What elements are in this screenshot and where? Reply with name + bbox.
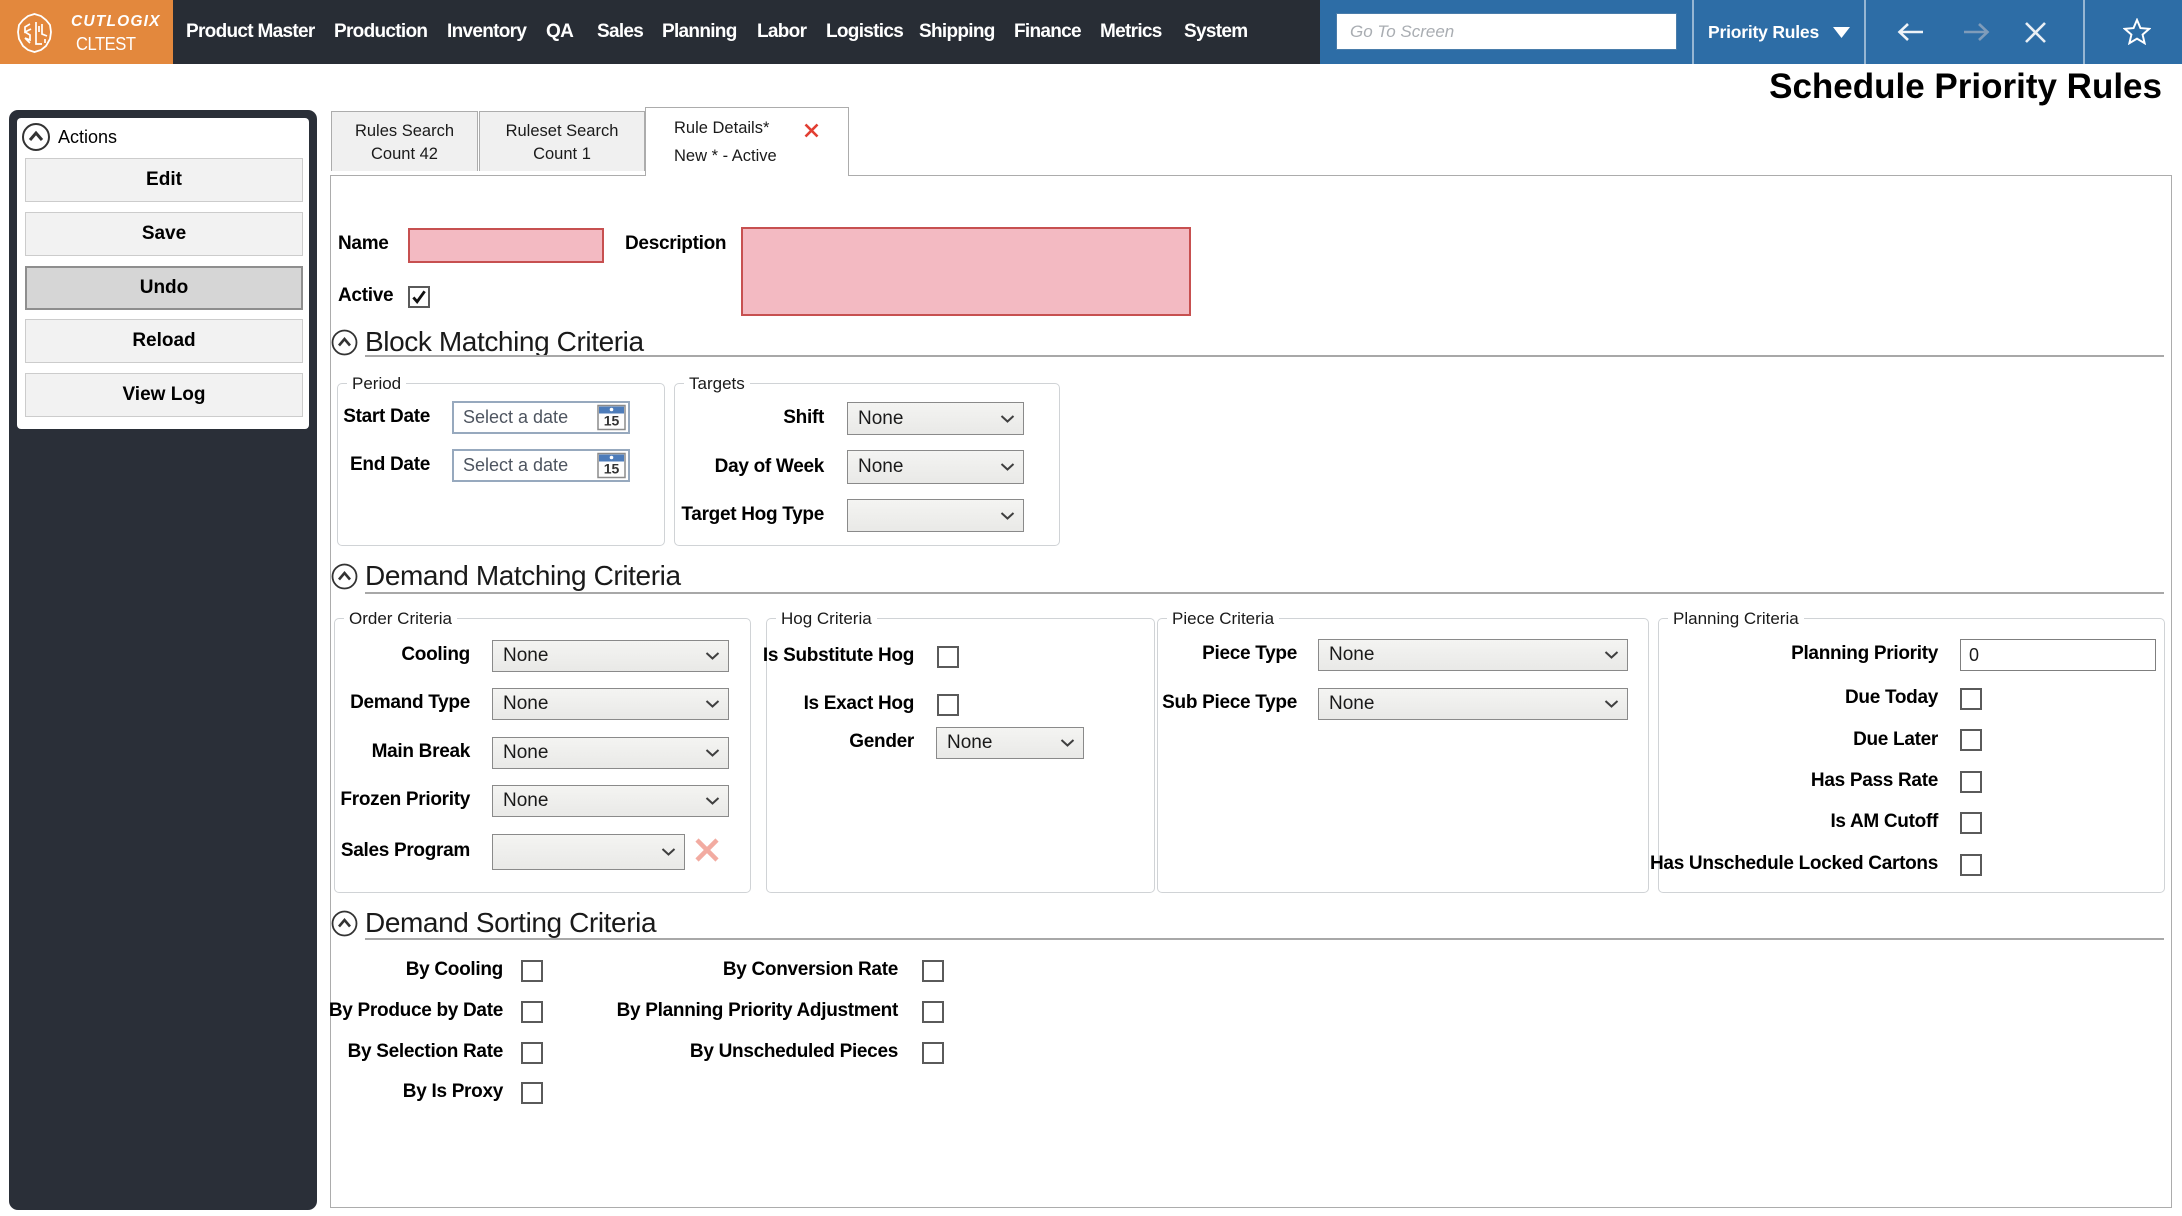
svg-text:15: 15 bbox=[604, 461, 620, 477]
svg-text:15: 15 bbox=[604, 413, 620, 429]
